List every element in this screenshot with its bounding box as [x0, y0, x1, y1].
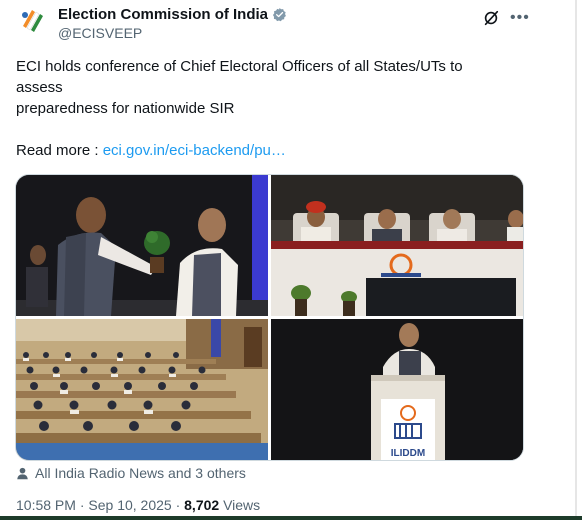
person-icon [17, 467, 28, 479]
photo-felicitation[interactable] [16, 175, 268, 316]
photo-auditorium[interactable] [16, 319, 268, 460]
post-time[interactable]: 10:58 PM [16, 497, 76, 513]
views-label: Views [219, 497, 261, 513]
podium-sign-text: ILIDDM [391, 448, 425, 459]
more-options-icon[interactable]: ••• [510, 10, 530, 26]
eci-logo-avatar[interactable] [16, 4, 48, 36]
bottom-bar [0, 516, 582, 520]
photo-podium-speaker[interactable]: ILIDDM [271, 319, 523, 460]
liked-by-text: All India Radio News and 3 others [35, 465, 246, 481]
read-more-line: Read more : eci.gov.in/eci-backend/pu… [16, 140, 516, 161]
post-date[interactable]: Sep 10, 2025 [88, 497, 171, 513]
photo-dais[interactable] [271, 175, 523, 316]
post-text-line-2: assess [16, 79, 63, 96]
account-handle[interactable]: @ECISVEEP [58, 25, 142, 41]
post-meta: 10:58 PM · Sep 10, 2025 · 8,702 Views [16, 497, 260, 513]
meta-separator-2: · [171, 497, 185, 513]
right-divider [575, 0, 577, 520]
grok-icon[interactable] [482, 9, 500, 27]
header-actions: ••• [482, 9, 530, 27]
post-text: ECI holds conference of Chief Electoral … [16, 56, 516, 161]
account-name[interactable]: Election Commission of India [58, 6, 287, 23]
account-name-text: Election Commission of India [58, 6, 269, 23]
post-text-line-3: preparedness for nationwide SIR [16, 100, 235, 117]
post-link[interactable]: eci.gov.in/eci-backend/pu… [103, 142, 286, 159]
media-grid: ILIDDM [15, 174, 524, 461]
post-header: Election Commission of India @ECISVEEP •… [16, 4, 529, 42]
liked-by-row[interactable]: All India Radio News and 3 others [16, 465, 246, 481]
post-text-line-1: ECI holds conference of Chief Electoral … [16, 58, 463, 75]
views-count: 8,702 [184, 497, 220, 513]
read-more-label: Read more : [16, 142, 103, 159]
meta-separator-1: · [75, 497, 89, 513]
verified-badge-icon [272, 7, 287, 22]
